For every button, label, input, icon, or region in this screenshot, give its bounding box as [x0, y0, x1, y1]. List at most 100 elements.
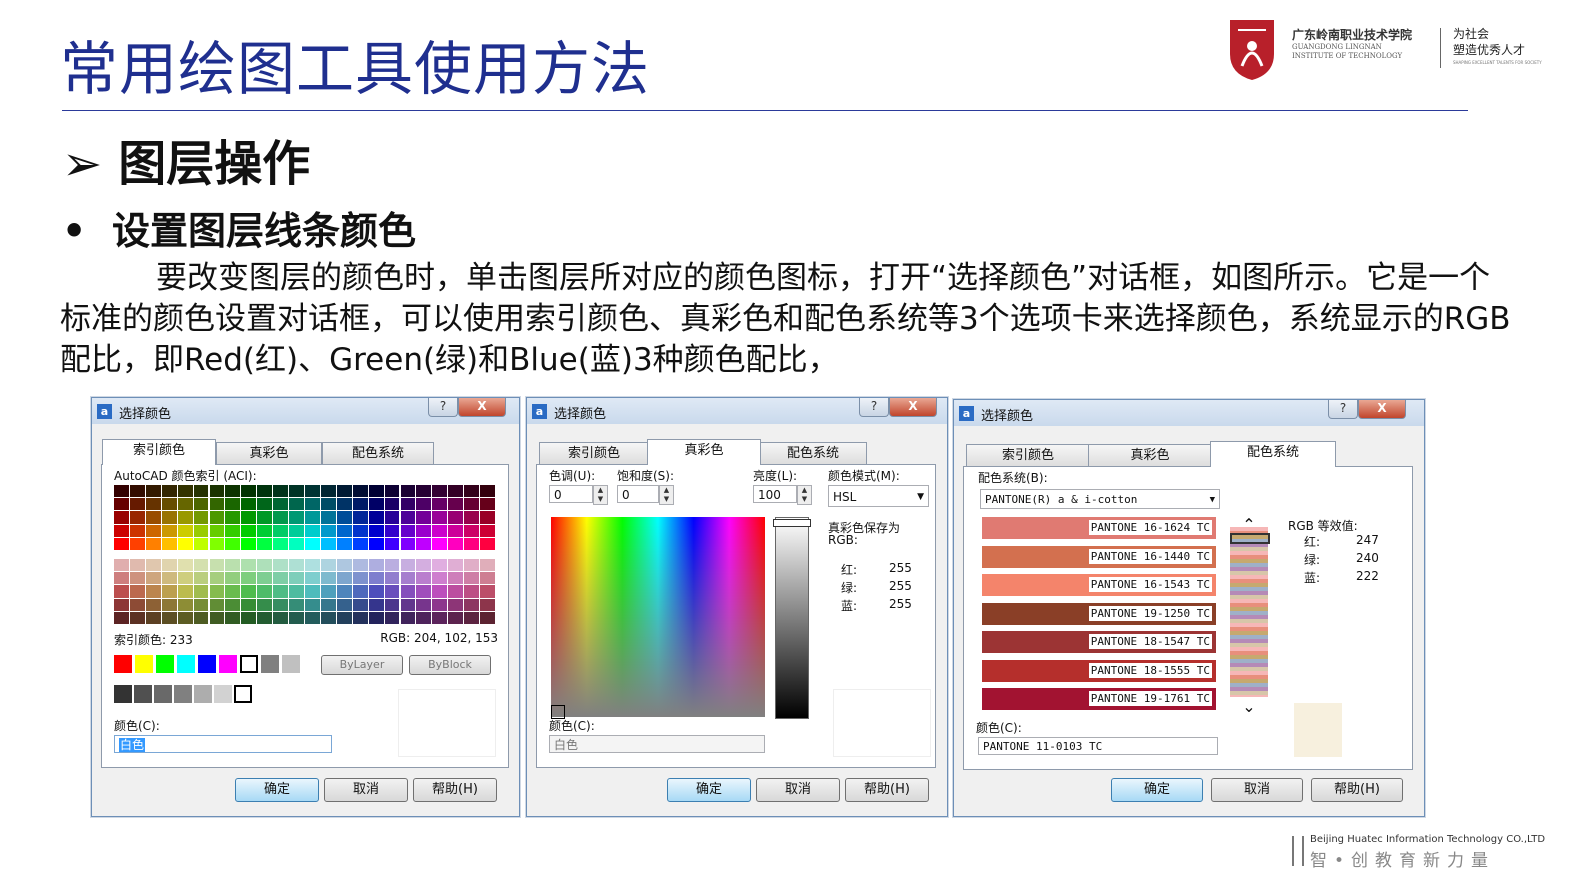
aci-swatch[interactable]	[336, 572, 352, 585]
saturation-input[interactable]: 0	[617, 485, 659, 503]
aci-swatch[interactable]	[177, 524, 193, 537]
aci-swatch[interactable]	[273, 585, 289, 598]
aci-swatch[interactable]	[257, 559, 273, 572]
tab-index-color[interactable]: 索引颜色	[539, 442, 649, 465]
aci-swatch[interactable]	[448, 585, 464, 598]
aci-swatch[interactable]	[225, 498, 241, 511]
help-button[interactable]: 帮助(H)	[1311, 778, 1403, 802]
aci-swatch[interactable]	[464, 598, 480, 611]
aci-swatch[interactable]	[448, 537, 464, 550]
aci-swatch[interactable]	[193, 511, 209, 524]
aci-swatch[interactable]	[448, 511, 464, 524]
aci-swatch[interactable]	[177, 585, 193, 598]
aci-swatch[interactable]	[416, 585, 432, 598]
aci-swatch[interactable]	[114, 559, 129, 572]
aci-swatch[interactable]	[480, 524, 495, 537]
aci-swatch[interactable]	[400, 559, 416, 572]
aci-swatch[interactable]	[289, 485, 304, 498]
color-swatch[interactable]	[198, 655, 216, 673]
aci-swatch[interactable]	[289, 511, 304, 524]
aci-swatch[interactable]	[336, 559, 352, 572]
aci-swatch[interactable]	[225, 598, 241, 611]
aci-swatch[interactable]	[464, 485, 480, 498]
color-swatch[interactable]	[154, 685, 172, 703]
aci-swatch[interactable]	[320, 485, 336, 498]
aci-swatch[interactable]	[129, 511, 145, 524]
aci-swatch[interactable]	[432, 585, 448, 598]
aci-swatch[interactable]	[289, 498, 304, 511]
aci-swatch[interactable]	[384, 559, 400, 572]
color-book-spectrum-strip[interactable]	[1230, 527, 1268, 697]
aci-swatch[interactable]	[305, 559, 320, 572]
scroll-down-icon[interactable]: ⌄	[1232, 697, 1266, 716]
aci-swatch[interactable]	[114, 485, 129, 498]
aci-swatch[interactable]	[241, 511, 257, 524]
color-swatch[interactable]	[135, 655, 153, 673]
cancel-button[interactable]: 取消	[1211, 778, 1303, 802]
aci-swatch[interactable]	[161, 485, 177, 498]
aci-swatch[interactable]	[336, 585, 352, 598]
aci-swatch[interactable]	[432, 498, 448, 511]
aci-swatch[interactable]	[114, 611, 129, 624]
aci-swatch[interactable]	[448, 572, 464, 585]
tab-color-books[interactable]: 配色系统	[322, 442, 434, 465]
aci-swatch[interactable]	[289, 598, 304, 611]
aci-swatch[interactable]	[225, 585, 241, 598]
ok-button[interactable]: 确定	[235, 778, 319, 802]
aci-swatch[interactable]	[416, 498, 432, 511]
aci-swatch[interactable]	[352, 572, 368, 585]
aci-swatch[interactable]	[145, 585, 161, 598]
aci-swatch[interactable]	[320, 524, 336, 537]
color-swatch[interactable]	[174, 685, 192, 703]
aci-swatch[interactable]	[193, 498, 209, 511]
aci-swatch[interactable]	[480, 585, 495, 598]
aci-swatch[interactable]	[400, 598, 416, 611]
aci-swatch[interactable]	[464, 511, 480, 524]
aci-swatch[interactable]	[145, 598, 161, 611]
aci-swatch[interactable]	[257, 611, 273, 624]
aci-swatch[interactable]	[480, 511, 495, 524]
color-input[interactable]: 白色	[549, 735, 765, 753]
aci-swatch[interactable]	[209, 511, 225, 524]
aci-swatch[interactable]	[384, 498, 400, 511]
close-icon[interactable]: X	[1358, 400, 1406, 419]
aci-swatch[interactable]	[145, 611, 161, 624]
aci-swatch[interactable]	[352, 585, 368, 598]
ok-button[interactable]: 确定	[667, 778, 751, 802]
aci-swatch[interactable]	[416, 537, 432, 550]
aci-swatch[interactable]	[289, 572, 304, 585]
aci-swatch[interactable]	[209, 559, 225, 572]
aci-swatch[interactable]	[368, 559, 384, 572]
aci-swatch[interactable]	[320, 511, 336, 524]
aci-swatch[interactable]	[384, 485, 400, 498]
aci-swatch[interactable]	[114, 572, 129, 585]
help-icon[interactable]: ?	[1328, 400, 1358, 419]
aci-swatch[interactable]	[384, 572, 400, 585]
color-swatch[interactable]	[219, 655, 237, 673]
aci-swatch[interactable]	[193, 524, 209, 537]
aci-swatch[interactable]	[352, 498, 368, 511]
aci-swatch[interactable]	[336, 598, 352, 611]
aci-swatch[interactable]	[145, 498, 161, 511]
aci-swatch[interactable]	[289, 524, 304, 537]
pantone-swatch[interactable]: PANTONE 16-1624 TC	[982, 517, 1216, 539]
aci-color-grid-top[interactable]	[114, 485, 496, 551]
aci-swatch[interactable]	[177, 559, 193, 572]
aci-swatch[interactable]	[448, 611, 464, 624]
aci-swatch[interactable]	[114, 537, 129, 550]
hue-input[interactable]: 0	[549, 485, 593, 503]
aci-swatch[interactable]	[193, 572, 209, 585]
aci-swatch[interactable]	[273, 559, 289, 572]
aci-swatch[interactable]	[480, 611, 495, 624]
aci-swatch[interactable]	[177, 611, 193, 624]
aci-swatch[interactable]	[241, 485, 257, 498]
aci-swatch[interactable]	[352, 537, 368, 550]
aci-swatch[interactable]	[289, 559, 304, 572]
aci-swatch[interactable]	[384, 537, 400, 550]
aci-swatch[interactable]	[400, 585, 416, 598]
aci-swatch[interactable]	[177, 511, 193, 524]
aci-swatch[interactable]	[177, 572, 193, 585]
aci-swatch[interactable]	[336, 524, 352, 537]
aci-swatch[interactable]	[368, 537, 384, 550]
aci-swatch[interactable]	[209, 498, 225, 511]
